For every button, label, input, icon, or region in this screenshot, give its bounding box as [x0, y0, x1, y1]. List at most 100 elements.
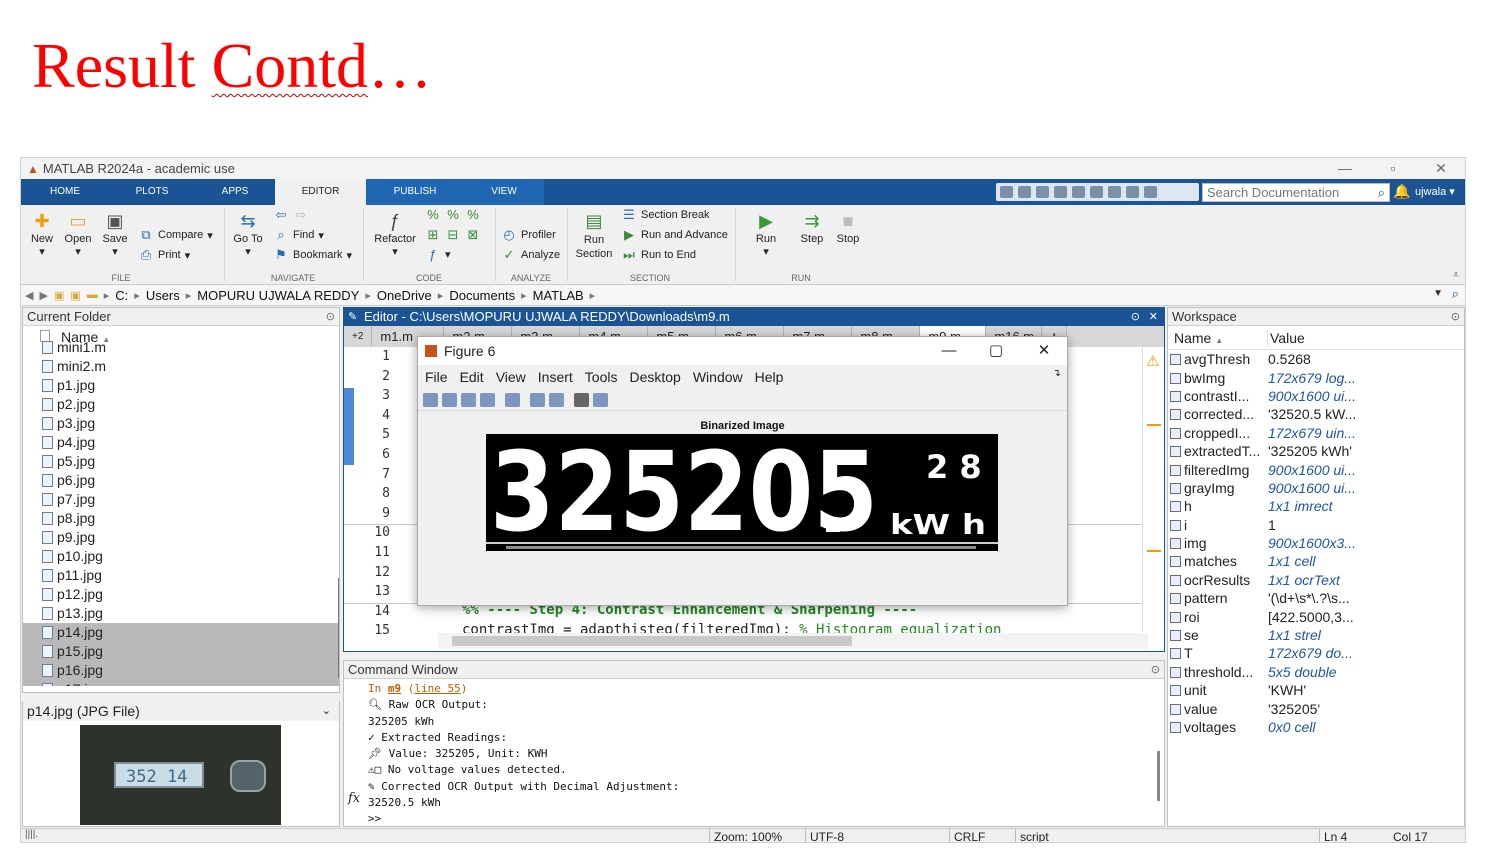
comment-icon[interactable]: %: [425, 207, 441, 222]
step-button[interactable]: ⇉ Step: [793, 211, 831, 245]
file-list-item[interactable]: p7.jpg: [23, 490, 339, 509]
line-number[interactable]: 7: [344, 467, 414, 482]
back-arrow-icon[interactable]: ⇦: [273, 207, 289, 223]
workspace-row[interactable]: avgThresh 0.5268: [1168, 350, 1464, 368]
workspace-row[interactable]: corrected... '32520.5 kW...: [1168, 405, 1464, 423]
command-scrollbar[interactable]: [1157, 751, 1160, 801]
code-tools-row3[interactable]: ƒ ▾: [425, 247, 450, 262]
workspace-row[interactable]: unit 'KWH': [1168, 681, 1464, 699]
minimize-button[interactable]: —: [1325, 158, 1365, 179]
user-menu[interactable]: ujwala ▾: [1415, 179, 1455, 205]
uncomment-icon[interactable]: %: [445, 207, 461, 222]
warning-marker[interactable]: [1147, 550, 1161, 552]
cmd-file-link[interactable]: m9: [388, 682, 401, 695]
workspace-row[interactable]: croppedI... 172x679 uin...: [1168, 424, 1464, 442]
fig-link-icon[interactable]: [505, 392, 520, 407]
workspace-row[interactable]: grayImg 900x1600 ui...: [1168, 479, 1464, 497]
file-list-item[interactable]: p4.jpg: [23, 433, 339, 452]
file-list-item[interactable]: p1.jpg: [23, 376, 339, 395]
workspace-row[interactable]: threshold... 5x5 double: [1168, 663, 1464, 681]
folder-search-icon[interactable]: ⌕: [1452, 286, 1459, 302]
qa-save-icon[interactable]: [1000, 186, 1013, 198]
decrease-indent-icon[interactable]: ⊠: [465, 227, 481, 243]
analyze-button[interactable]: ✓ Analyze: [501, 247, 561, 263]
tab-plots[interactable]: PLOTS: [109, 179, 195, 205]
figure-menu-window[interactable]: Window: [693, 365, 743, 389]
workspace-row[interactable]: bwImg 172x679 log...: [1168, 368, 1464, 386]
fig-open-icon[interactable]: [442, 392, 457, 407]
file-list-item[interactable]: mini2.m: [23, 357, 339, 376]
qa-redo-icon[interactable]: [1090, 186, 1103, 198]
fx-icon[interactable]: fx: [348, 791, 360, 806]
line-number[interactable]: 1: [344, 349, 414, 364]
workspace-row[interactable]: img 900x1600x3...: [1168, 534, 1464, 552]
tab-home[interactable]: HOME: [21, 179, 109, 205]
editor-horizontal-scrollbar[interactable]: [438, 633, 1148, 649]
open-button[interactable]: ▭ Open ▾: [61, 211, 95, 258]
fig-print-icon[interactable]: [480, 392, 495, 407]
crumb-onedrive[interactable]: OneDrive: [377, 288, 432, 303]
close-button[interactable]: ✕: [1421, 158, 1461, 179]
run-button[interactable]: ▶ Run ▾: [747, 211, 785, 258]
editor-tab-overflow[interactable]: +2: [344, 326, 373, 347]
warning-icon[interactable]: ⚠: [1146, 352, 1159, 370]
save-button[interactable]: ▣ Save ▾: [98, 211, 132, 258]
code-tools-row1[interactable]: %%%: [425, 207, 481, 222]
line-number[interactable]: 5: [344, 427, 414, 442]
file-list-item[interactable]: p17.jpg: [23, 680, 339, 686]
collapse-ribbon-icon[interactable]: ⩡: [1453, 269, 1459, 282]
line-number[interactable]: 13: [344, 584, 414, 599]
figure-close-button[interactable]: ✕: [1020, 337, 1068, 365]
tab-editor[interactable]: EDITOR: [275, 179, 366, 205]
workspace-row[interactable]: voltages 0x0 cell: [1168, 718, 1464, 736]
new-button[interactable]: ✚ New ▾: [25, 211, 59, 258]
file-list-item[interactable]: p10.jpg: [23, 547, 339, 566]
find-button[interactable]: ⌕ Find ▾: [273, 227, 324, 243]
line-number[interactable]: 14: [344, 604, 414, 619]
qa-cut-icon[interactable]: [1018, 186, 1031, 198]
workspace-actions-icon[interactable]: ⊙: [1451, 308, 1460, 326]
address-dropdown-icon[interactable]: ▼: [1433, 288, 1443, 299]
command-output[interactable]: In m9 (line 55) 🔍︎ Raw OCR Output: 32520…: [368, 681, 679, 826]
line-number[interactable]: 2: [344, 369, 414, 384]
workspace-row[interactable]: roi [422.5000,3...: [1168, 607, 1464, 625]
current-folder-column-header[interactable]: Name ▲: [23, 326, 339, 346]
qa-undo-icon[interactable]: [1072, 186, 1085, 198]
line-number[interactable]: 10: [344, 525, 414, 540]
qa-help-icon[interactable]: [1126, 186, 1139, 198]
file-list-item[interactable]: p13.jpg: [23, 604, 339, 623]
command-window-actions-icon[interactable]: ⊙: [1151, 661, 1160, 679]
tab-apps[interactable]: APPS: [195, 179, 275, 205]
crumb-documents[interactable]: Documents: [449, 288, 515, 303]
workspace-row[interactable]: i1: [1168, 516, 1464, 534]
forward-arrow-icon[interactable]: ⇨: [293, 207, 309, 223]
fig-new-icon[interactable]: [423, 392, 438, 407]
workspace-row[interactable]: filteredImg 900x1600 ui...: [1168, 460, 1464, 478]
notification-bell-icon[interactable]: 🔔: [1393, 183, 1410, 200]
run-to-end-button[interactable]: ⏭ Run to End: [621, 247, 696, 263]
qa-switch-icon[interactable]: [1108, 186, 1121, 198]
code-tools-row2[interactable]: ⊞ ⊟ ⊠: [425, 227, 481, 243]
section-break-button[interactable]: ☰ Section Break: [621, 207, 709, 223]
crumb-drive[interactable]: C:: [115, 288, 128, 303]
line-number[interactable]: 8: [344, 486, 414, 501]
file-list-item[interactable]: p5.jpg: [23, 452, 339, 471]
workspace-row[interactable]: T 172x679 do...: [1168, 644, 1464, 662]
figure-menu-file[interactable]: File: [425, 365, 448, 389]
file-list-item[interactable]: p14.jpg: [23, 623, 339, 642]
fig-legend-icon[interactable]: [549, 392, 564, 407]
qa-paste-icon[interactable]: [1054, 186, 1067, 198]
figure-menu-desktop[interactable]: Desktop: [629, 365, 680, 389]
figure-minimize-button[interactable]: —: [925, 337, 973, 365]
nav-forward-icon[interactable]: ▶: [39, 289, 47, 302]
file-list-scrollbar[interactable]: [338, 578, 339, 678]
file-list-item[interactable]: p6.jpg: [23, 471, 339, 490]
file-list-item[interactable]: p3.jpg: [23, 414, 339, 433]
ws-column-name[interactable]: Name ▲: [1168, 329, 1268, 346]
workspace-row[interactable]: extractedT... '325205 kWh': [1168, 442, 1464, 460]
editor-actions-icon[interactable]: ⊙: [1131, 308, 1140, 326]
browse-folder-icon[interactable]: ▣: [70, 289, 80, 302]
line-number[interactable]: 11: [344, 545, 414, 560]
fig-save-icon[interactable]: [461, 392, 476, 407]
line-number[interactable]: 15: [344, 623, 414, 638]
